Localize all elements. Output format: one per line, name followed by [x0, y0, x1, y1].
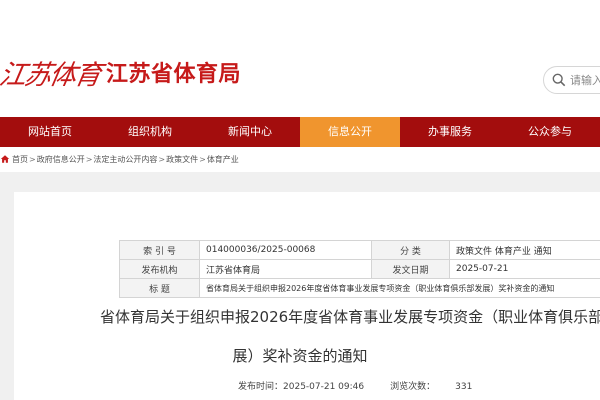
index-value: 014000036/2025-00068 — [199, 240, 372, 260]
category-value: 政策文件 体育产业 通知 — [449, 240, 600, 260]
publisher-value: 江苏省体育局 — [199, 259, 372, 279]
publish-info: 发布时间：2025-07-21 09:46 浏览次数： 331 — [238, 379, 472, 392]
views-label: 浏览次数： — [390, 382, 436, 392]
nav-item-organization[interactable]: 组织机构 — [100, 117, 200, 147]
breadcrumb-separator: > — [85, 154, 93, 164]
index-label: 索 引 号 — [119, 240, 200, 260]
breadcrumb-separator: > — [29, 154, 36, 164]
breadcrumb-sports-industry[interactable]: 体育产业 — [207, 154, 239, 165]
breadcrumb-separator: > — [158, 154, 166, 164]
search-box[interactable] — [543, 66, 600, 94]
nav-item-home[interactable]: 网站首页 — [0, 117, 100, 147]
publish-time-label: 发布时间： — [238, 382, 284, 392]
table-row: 发布机构 江苏省体育局 发文日期 2025-07-21 — [119, 259, 600, 279]
breadcrumb-separator: > — [199, 154, 206, 164]
main-nav: 网站首页 组织机构 新闻中心 信息公开 办事服务 公众参与 — [0, 117, 600, 147]
site-logo[interactable]: 江苏体育 江苏省体育局 — [0, 52, 241, 92]
page-title: 省体育局关于组织申报2026年度省体育事业发展专项资金（职业体育俱乐部 — [100, 308, 600, 326]
search-icon[interactable] — [552, 73, 566, 87]
logo-calligraphy: 江苏体育 — [0, 59, 103, 91]
table-row: 标 题 省体育局关于组织申报2026年度省体育事业发展专项资金（职业体育俱乐部发… — [119, 278, 600, 298]
nav-item-info-disclosure[interactable]: 信息公开 — [300, 117, 400, 147]
breadcrumb-gov-info[interactable]: 政府信息公开 — [37, 154, 85, 165]
logo-site-name: 江苏省体育局 — [106, 62, 242, 87]
site-header: 江苏体育 江苏省体育局 — [0, 0, 600, 117]
publisher-label: 发布机构 — [119, 259, 200, 279]
breadcrumb: 首页 > 政府信息公开 > 法定主动公开内容 > 政策文件 > 体育产业 — [0, 151, 239, 167]
title-value: 省体育局关于组织申报2026年度省体育事业发展专项资金（职业体育俱乐部发展）奖补… — [199, 278, 600, 298]
document-metadata-table: 索 引 号 014000036/2025-00068 分 类 政策文件 体育产业… — [119, 240, 600, 298]
issue-date-label: 发文日期 — [371, 259, 450, 279]
home-icon — [0, 155, 10, 163]
issue-date-value: 2025-07-21 — [449, 259, 600, 279]
nav-item-public-participation[interactable]: 公众参与 — [500, 117, 600, 147]
title-label: 标 题 — [119, 278, 200, 298]
search-input[interactable] — [570, 73, 600, 87]
breadcrumb-policy-docs[interactable]: 政策文件 — [166, 154, 198, 165]
breadcrumb-home[interactable]: 首页 — [12, 154, 28, 165]
table-row: 索 引 号 014000036/2025-00068 分 类 政策文件 体育产业… — [119, 240, 600, 260]
nav-item-news[interactable]: 新闻中心 — [200, 117, 300, 147]
publish-time-value: 2025-07-21 09:46 — [283, 382, 365, 392]
breadcrumb-statutory[interactable]: 法定主动公开内容 — [93, 154, 157, 165]
page-title-continued: 展）奖补资金的通知 — [232, 347, 368, 365]
nav-item-services[interactable]: 办事服务 — [400, 117, 500, 147]
views-count: 331 — [455, 382, 473, 392]
category-label: 分 类 — [371, 240, 450, 260]
